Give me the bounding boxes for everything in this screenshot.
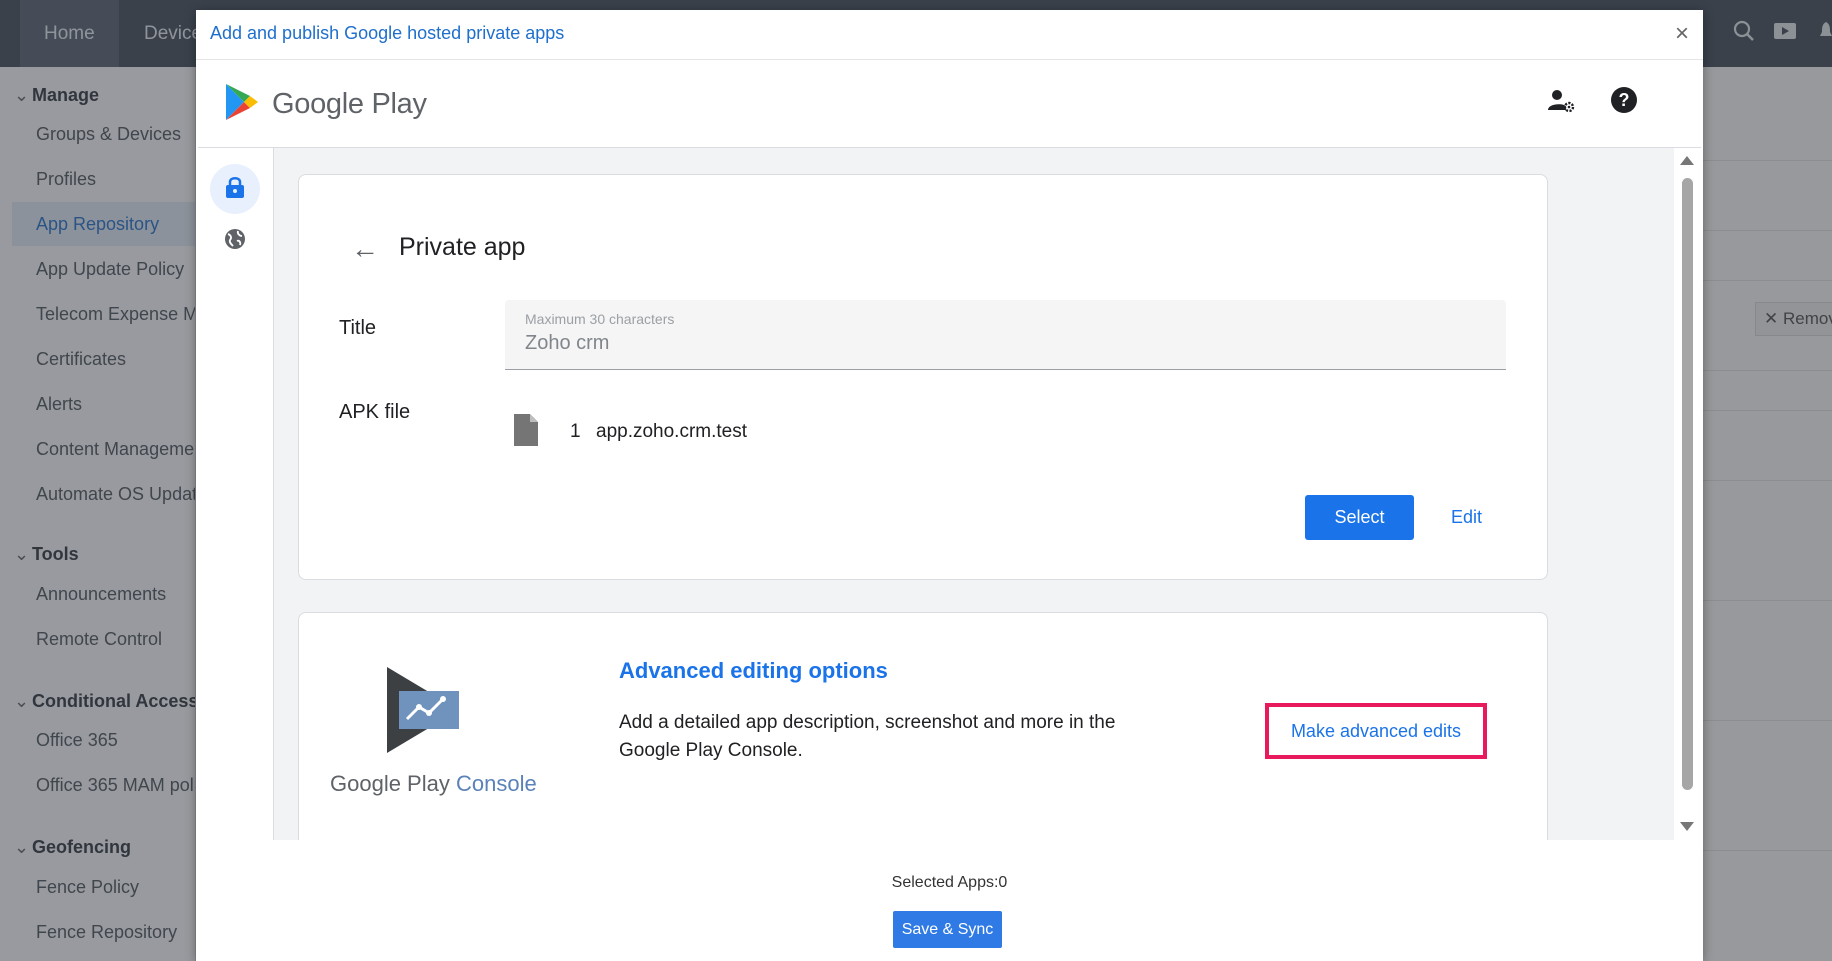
console-text-google-play: Google Play (330, 771, 450, 796)
apk-file-label: APK file (339, 401, 411, 423)
scroll-up-arrow-icon[interactable] (1680, 156, 1694, 165)
modal-title: Add and publish Google hosted private ap… (210, 23, 565, 43)
scrollbar-thumb[interactable] (1682, 178, 1693, 790)
google-play-logo-text: Google Play (272, 88, 427, 120)
advanced-editing-description: Add a detailed app description, screensh… (619, 712, 1116, 761)
private-app-card: ← Private app Title Maximum 30 character… (298, 174, 1548, 580)
select-button[interactable]: Select (1305, 495, 1414, 540)
google-play-side-rail (198, 148, 274, 840)
title-input-hint: Maximum 30 characters (525, 311, 675, 327)
modal-dialog: Add and publish Google hosted private ap… (196, 10, 1703, 961)
make-advanced-edits-button[interactable]: Make advanced edits (1265, 703, 1487, 759)
svg-text:?: ? (1619, 90, 1630, 110)
save-and-sync-button[interactable]: Save & Sync (893, 911, 1002, 948)
advanced-editing-title: Advanced editing options (619, 658, 888, 683)
google-play-console-logo-text: Google Play Console (330, 771, 537, 797)
apk-count: 1 (570, 421, 581, 442)
console-text-console: Console (455, 771, 537, 796)
google-play-frame: Google Play ? ← Private app Title Maximu… (198, 60, 1701, 840)
back-arrow-icon[interactable]: ← (351, 233, 379, 265)
modal-header: Add and publish Google hosted private ap… (196, 10, 1703, 60)
lock-icon (224, 175, 246, 204)
manage-accounts-icon[interactable] (1546, 86, 1576, 121)
file-icon (512, 412, 540, 453)
title-label: Title (339, 317, 377, 339)
edit-button[interactable]: Edit (1451, 507, 1482, 528)
public-apps-tab[interactable] (210, 216, 260, 266)
vertical-scrollbar[interactable] (1674, 148, 1701, 840)
close-icon[interactable]: × (1675, 20, 1689, 48)
help-icon[interactable]: ? (1610, 86, 1638, 119)
title-input[interactable]: Maximum 30 characters Zoho crm (505, 300, 1506, 370)
globe-icon (223, 227, 247, 256)
advanced-editing-card: Google Play Console Advanced editing opt… (298, 612, 1548, 840)
selected-apps-count: Selected Apps:0 (891, 874, 1008, 891)
google-play-logo-icon (224, 82, 260, 127)
scroll-down-arrow-icon[interactable] (1680, 822, 1694, 831)
title-input-value: Zoho crm (525, 332, 610, 354)
google-play-header: Google Play ? (198, 60, 1701, 148)
private-apps-tab[interactable] (210, 164, 260, 214)
google-play-console-logo-icon (385, 665, 463, 760)
apk-file-name: app.zoho.crm.test (596, 421, 748, 442)
private-app-heading: Private app (399, 233, 526, 261)
